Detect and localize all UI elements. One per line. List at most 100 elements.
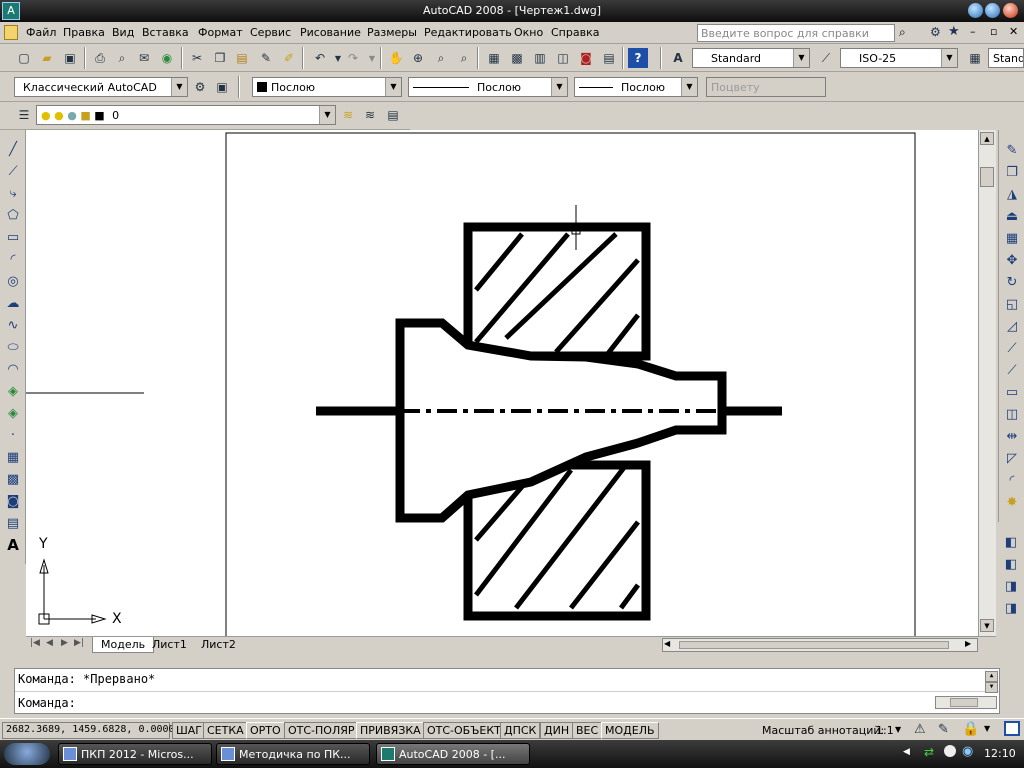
chevron-down-icon[interactable]: ▼ bbox=[793, 49, 809, 67]
prev-tab-button[interactable]: ◀ bbox=[46, 638, 53, 648]
circle-icon[interactable]: ◎ bbox=[3, 271, 23, 291]
rectangle-icon[interactable]: ▭ bbox=[3, 227, 23, 247]
menu-draw[interactable]: Рисование bbox=[300, 26, 361, 39]
table-style-icon[interactable]: ▦ bbox=[965, 48, 985, 68]
menu-help[interactable]: Справка bbox=[551, 26, 599, 39]
publish-icon[interactable]: ✉ bbox=[134, 48, 154, 68]
rotate-icon[interactable]: ↻ bbox=[1002, 272, 1022, 292]
save-icon[interactable]: ▣ bbox=[60, 48, 80, 68]
trim-icon[interactable]: ⟋ bbox=[1002, 338, 1022, 358]
design-center-icon[interactable]: ▩ bbox=[507, 48, 527, 68]
make-object-layer-current-icon[interactable]: ≋ bbox=[338, 105, 358, 125]
drawing-area[interactable]: Y X bbox=[26, 130, 978, 638]
favorites-icon[interactable]: ★ bbox=[948, 24, 960, 39]
region-icon[interactable]: ◙ bbox=[3, 491, 23, 511]
tray-expand-icon[interactable]: ◀ bbox=[903, 747, 910, 757]
break-at-point-icon[interactable]: ▭ bbox=[1002, 382, 1022, 402]
toolbar-lock-icon[interactable]: 🔒 bbox=[962, 721, 979, 737]
grid-toggle[interactable]: СЕТКА bbox=[203, 722, 248, 739]
workspace-save-icon[interactable]: ▣ bbox=[212, 77, 232, 97]
auto-scale-icon[interactable]: ✎ bbox=[938, 722, 949, 737]
new-file-icon[interactable]: ▢ bbox=[14, 48, 34, 68]
zoom-realtime-icon[interactable]: ⊕ bbox=[408, 48, 428, 68]
multiline-text-icon[interactable]: A bbox=[3, 535, 23, 555]
start-button[interactable] bbox=[4, 743, 50, 765]
network-icon[interactable]: ⇄ bbox=[924, 745, 934, 759]
layer-states-icon[interactable]: ▤ bbox=[383, 105, 403, 125]
construction-line-icon[interactable]: ⟋ bbox=[3, 161, 23, 181]
spline-icon[interactable]: ∿ bbox=[3, 315, 23, 335]
scroll-right-button[interactable]: ▶ bbox=[965, 639, 971, 648]
maximize-button[interactable] bbox=[985, 3, 1000, 18]
vertical-scrollbar[interactable]: ▲ ▼ bbox=[978, 130, 996, 636]
close-button[interactable] bbox=[1003, 3, 1018, 18]
undo-icon[interactable]: ↶ bbox=[310, 48, 330, 68]
scroll-down-button[interactable]: ▼ bbox=[980, 619, 994, 632]
insert-block-icon[interactable]: ◈ bbox=[3, 381, 23, 401]
coordinates-display[interactable]: 2682.3689, 1459.6828, 0.0000 bbox=[2, 722, 175, 739]
properties-icon[interactable]: ▦ bbox=[484, 48, 504, 68]
communication-center-icon[interactable]: ⚙ bbox=[930, 25, 941, 39]
layer-manager-icon[interactable]: ☰ bbox=[14, 105, 34, 125]
otrack-toggle[interactable]: ОТС-ОБЪЕКТ bbox=[423, 722, 505, 739]
pan-icon[interactable]: ✋ bbox=[386, 48, 406, 68]
cut-icon[interactable]: ✂ bbox=[187, 48, 207, 68]
menu-file[interactable]: Файл bbox=[26, 26, 56, 39]
command-hscroll[interactable] bbox=[935, 696, 997, 709]
fillet-icon[interactable]: ◜ bbox=[1002, 470, 1022, 490]
annotation-visibility-icon[interactable]: ⚠ bbox=[914, 722, 926, 737]
offset-icon[interactable]: ⏏ bbox=[1002, 206, 1022, 226]
scroll-left-button[interactable]: ◀ bbox=[664, 639, 670, 648]
menu-dimension[interactable]: Размеры bbox=[367, 26, 417, 39]
menu-window[interactable]: Окно bbox=[514, 26, 543, 39]
command-hscroll-thumb[interactable] bbox=[950, 698, 978, 707]
annotation-scale-value[interactable]: 1:1 bbox=[876, 724, 894, 737]
linetype-select[interactable]: Послою ▼ bbox=[408, 77, 568, 97]
dyn-toggle[interactable]: ДИН bbox=[540, 722, 574, 739]
chevron-down-icon[interactable]: ▼ bbox=[551, 78, 567, 96]
polygon-icon[interactable]: ⬠ bbox=[3, 205, 23, 225]
send-to-back-icon[interactable]: ◧ bbox=[1001, 554, 1021, 574]
table-icon[interactable]: ▤ bbox=[3, 513, 23, 533]
menu-modify[interactable]: Редактировать bbox=[424, 26, 512, 39]
preview-icon[interactable]: ⌕ bbox=[112, 48, 132, 68]
doc-minimize-button[interactable]: – bbox=[970, 25, 976, 38]
ellipse-icon[interactable]: ⬭ bbox=[3, 337, 23, 357]
menu-edit[interactable]: Правка bbox=[63, 26, 105, 39]
match-properties-icon[interactable]: ✎ bbox=[256, 48, 276, 68]
zoom-previous-icon[interactable]: ⌕ bbox=[454, 48, 474, 68]
clean-screen-icon[interactable] bbox=[1004, 721, 1020, 736]
break-icon[interactable]: ◫ bbox=[1002, 404, 1022, 424]
volume-icon[interactable]: ◉ bbox=[962, 744, 973, 759]
dim-style-select[interactable]: ISO-25 ▼ bbox=[840, 48, 958, 68]
ellipse-arc-icon[interactable]: ◠ bbox=[3, 359, 23, 379]
send-under-icon[interactable]: ◨ bbox=[1001, 598, 1021, 618]
taskbar-item-autocad[interactable]: AutoCAD 2008 - [... bbox=[376, 743, 530, 765]
tab-layout2[interactable]: Лист2 bbox=[201, 638, 236, 651]
ducs-toggle[interactable]: ДПСК bbox=[500, 722, 541, 739]
arc-icon[interactable]: ◜ bbox=[3, 249, 23, 269]
doc-restore-button[interactable]: ▫ bbox=[990, 25, 997, 38]
paste-icon[interactable]: ▤ bbox=[232, 48, 252, 68]
menu-format[interactable]: Формат bbox=[198, 26, 243, 39]
tab-layout1[interactable]: Лист1 bbox=[152, 638, 187, 651]
color-select[interactable]: Послою ▼ bbox=[252, 77, 402, 97]
next-tab-button[interactable]: ▶ bbox=[61, 638, 68, 648]
polyline-icon[interactable]: ⤷ bbox=[3, 183, 23, 203]
help-icon[interactable]: ? bbox=[628, 48, 648, 68]
chevron-down-icon[interactable]: ▼ bbox=[319, 106, 335, 124]
last-tab-button[interactable]: ▶| bbox=[74, 638, 84, 648]
table-style-select[interactable]: Standard bbox=[988, 48, 1024, 68]
ortho-toggle[interactable]: ОРТО bbox=[246, 722, 285, 739]
menu-insert[interactable]: Вставка bbox=[142, 26, 189, 39]
layer-previous-icon[interactable]: ≋ bbox=[360, 105, 380, 125]
chevron-down-icon[interactable]: ▼ bbox=[681, 78, 697, 96]
calculator-icon[interactable]: ▤ bbox=[599, 48, 619, 68]
print-icon[interactable]: ⎙ bbox=[90, 48, 110, 68]
chevron-down-icon[interactable]: ▼ bbox=[385, 78, 401, 96]
hatch-icon[interactable]: ▦ bbox=[3, 447, 23, 467]
command-scroll-up-button[interactable]: ▲ bbox=[985, 671, 998, 682]
dim-style-icon[interactable]: ⟋ bbox=[816, 48, 836, 68]
tool-palettes-icon[interactable]: ▥ bbox=[530, 48, 550, 68]
markup-icon[interactable]: ◙ bbox=[576, 48, 596, 68]
